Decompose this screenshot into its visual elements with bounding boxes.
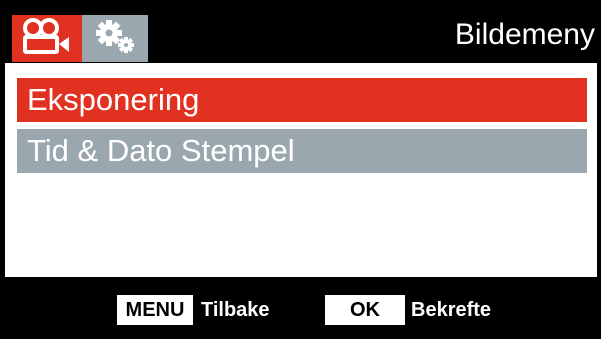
- gears-icon: [92, 18, 138, 59]
- menu-item-time-date-stamp[interactable]: Tid & Dato Stempel: [17, 129, 587, 173]
- video-camera-icon: [21, 18, 73, 59]
- confirm-action-label: Bekrefte: [411, 299, 492, 321]
- header-bar: Bildemeny: [5, 3, 597, 62]
- menu-key-badge: MENU: [117, 295, 193, 325]
- menu-list: Eksponering Tid & Dato Stempel: [5, 63, 597, 277]
- footer-bar: MENU Tilbake OK Bekrefte: [5, 278, 597, 336]
- tab-video-settings[interactable]: [12, 15, 82, 62]
- dashcam-screen: Bildemeny Eksponering Tid & Dato Stempel…: [0, 0, 601, 339]
- menu-item-exposure[interactable]: Eksponering: [17, 78, 587, 122]
- back-action-label: Tilbake: [201, 299, 270, 321]
- tab-general-settings[interactable]: [82, 15, 148, 62]
- ok-key-badge: OK: [325, 295, 405, 325]
- page-title: Bildemeny: [454, 18, 595, 51]
